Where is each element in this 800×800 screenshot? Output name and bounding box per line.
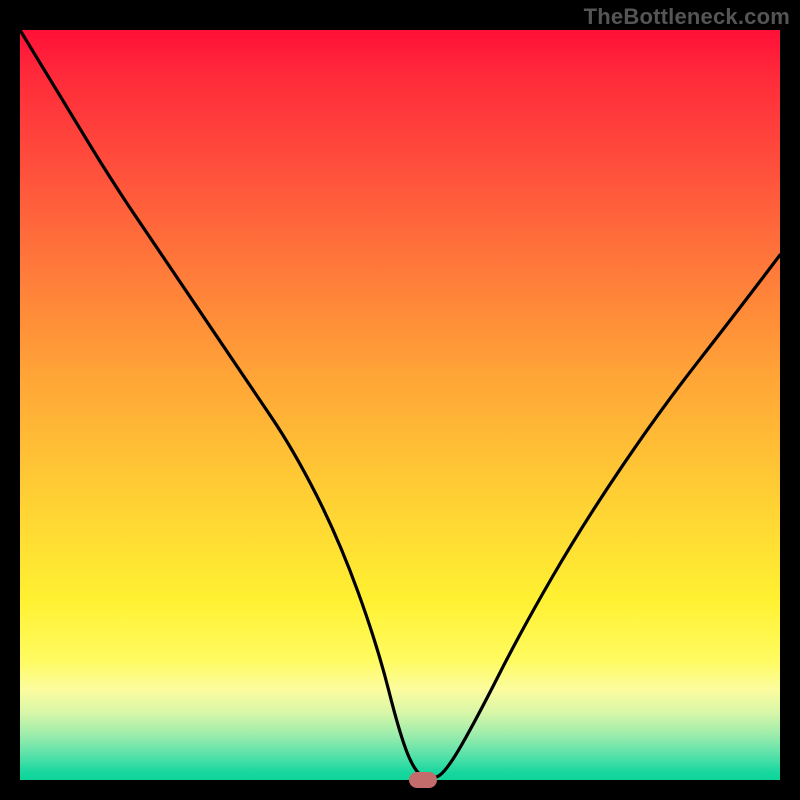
- chart-frame: TheBottleneck.com: [0, 0, 800, 800]
- plot-area: [20, 30, 780, 780]
- bottleneck-curve-svg: [20, 30, 780, 780]
- bottleneck-curve-path: [20, 30, 780, 778]
- watermark-text: TheBottleneck.com: [584, 4, 790, 30]
- optimum-marker: [409, 772, 437, 788]
